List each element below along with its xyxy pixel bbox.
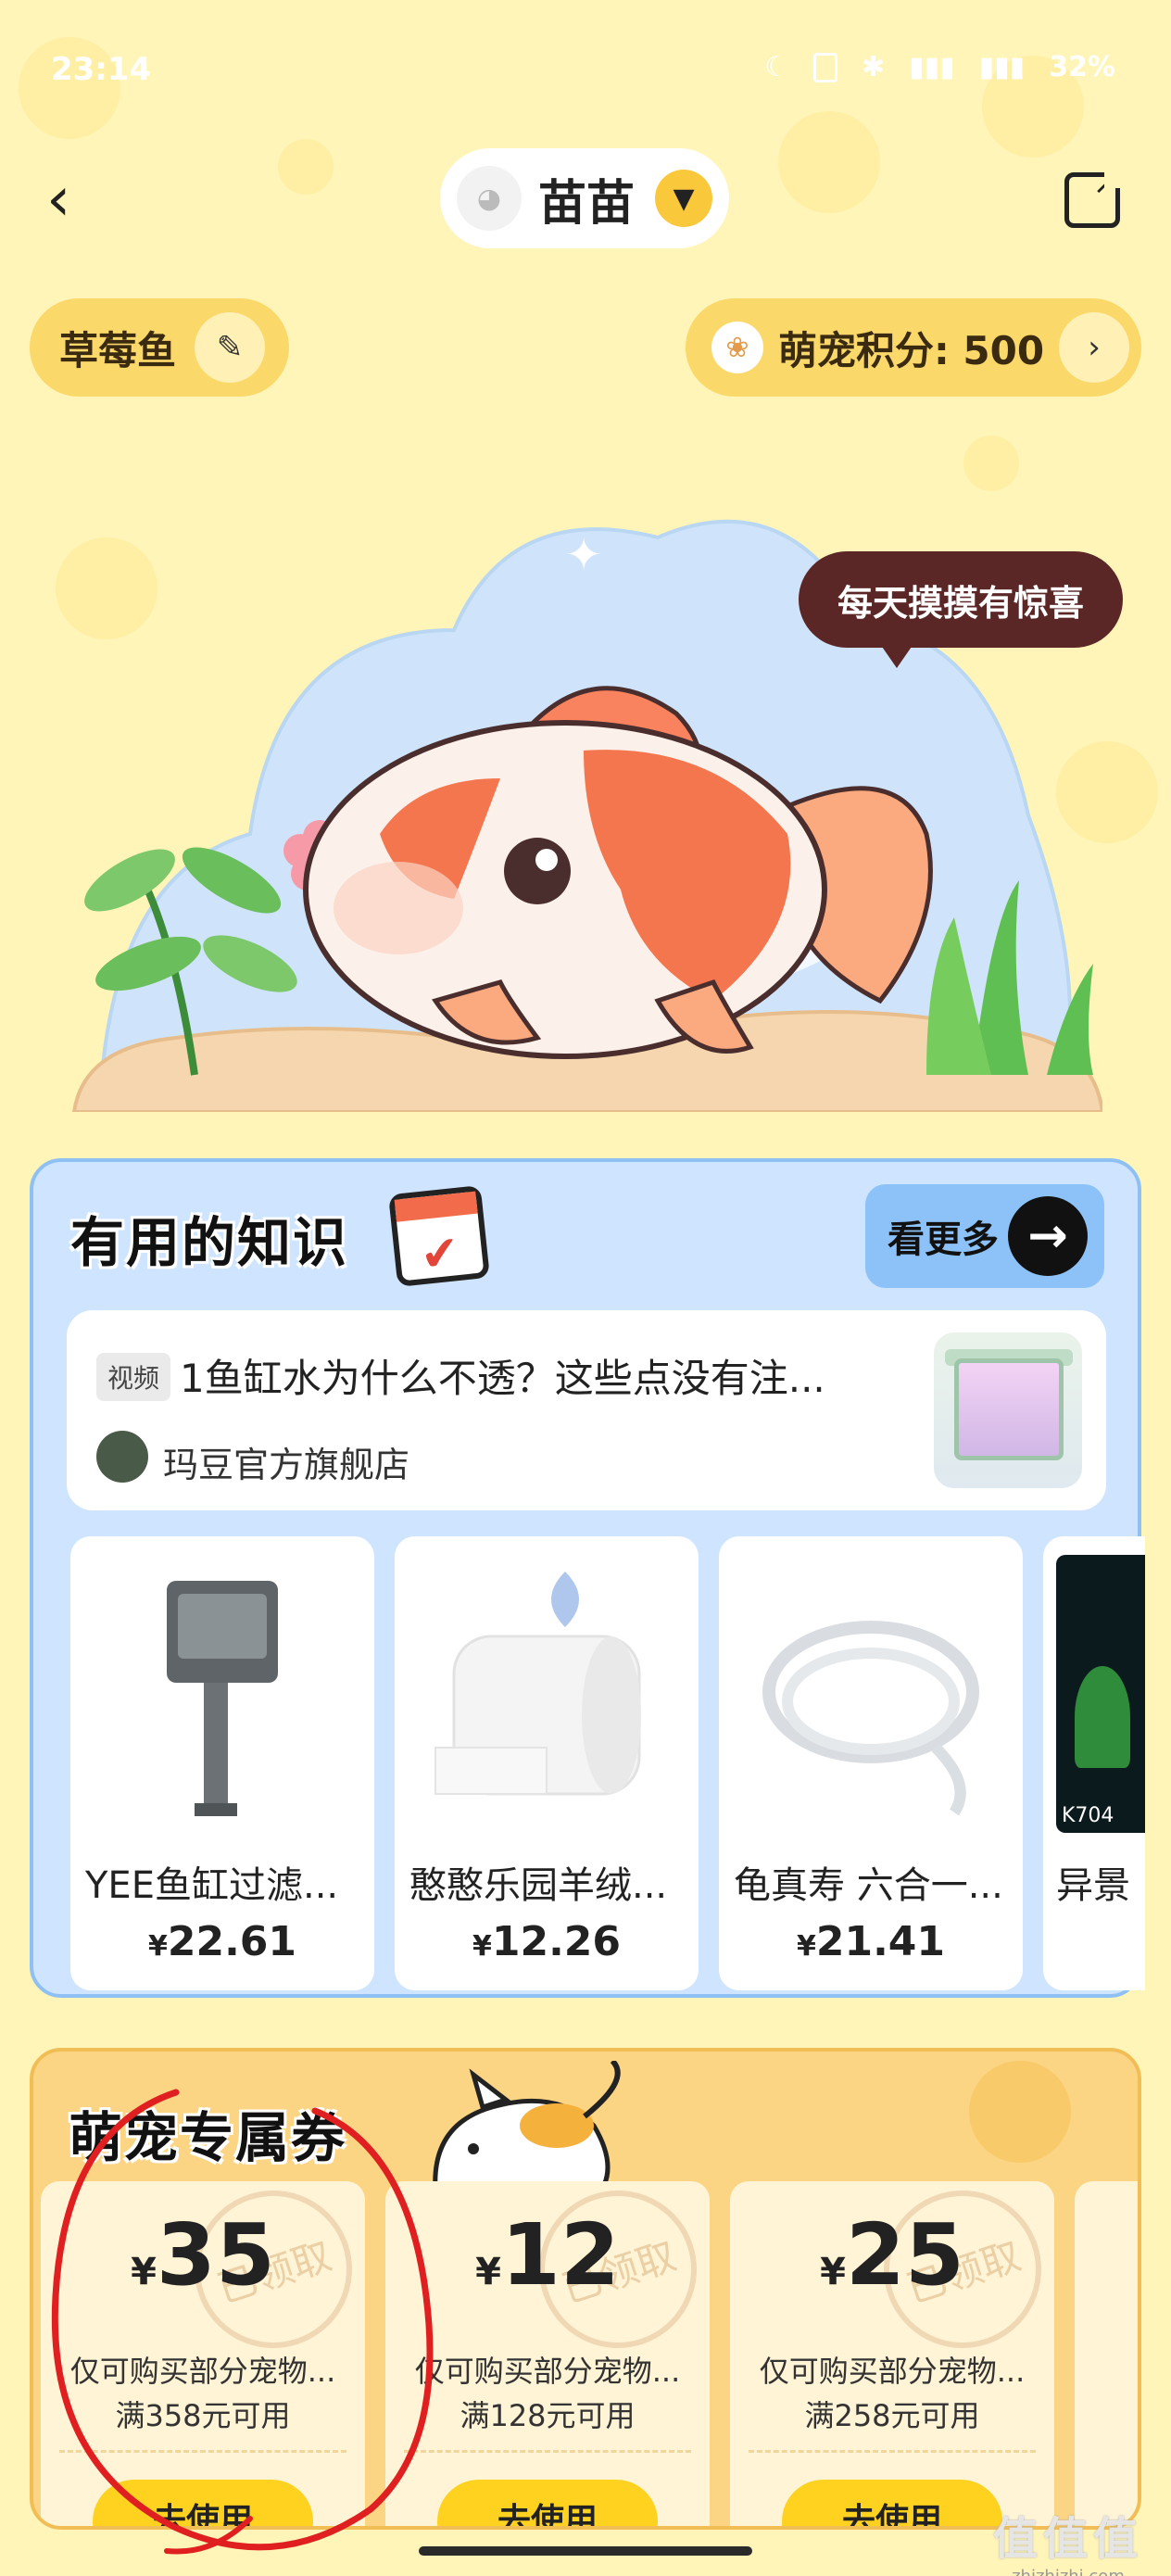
points-pill[interactable]: ❀ 萌宠积分: 500 › xyxy=(686,298,1141,397)
paw-decoration xyxy=(969,2061,1071,2163)
product-card[interactable]: 龟真寿 六合一... ¥21.41 xyxy=(719,1536,1023,1990)
chevron-down-icon: ▼ xyxy=(655,170,713,227)
pet-type-pill[interactable]: 草莓鱼 ✎ xyxy=(30,298,289,397)
coupon-condition: 满358元可用 xyxy=(115,2398,291,2433)
moon-icon: ☾ xyxy=(764,51,789,83)
coupon-condition: 满258元可用 xyxy=(804,2398,980,2433)
shop-avatar xyxy=(96,1431,148,1483)
coupon-description: 仅可购买部分宠物... xyxy=(414,2354,681,2389)
paw-icon: ❀ xyxy=(711,322,763,373)
coupon-amount: ¥25 xyxy=(820,2205,964,2305)
article-title: 1鱼缸水为什么不透？这些点没有注... xyxy=(180,1356,825,1401)
status-icons: ☾ ✱ ▮▮▮ ▮▮▮ 32% xyxy=(764,51,1115,83)
coupon-description: 仅可购买部分宠物... xyxy=(759,2354,1026,2389)
edit-icon[interactable]: ✎ xyxy=(195,312,266,383)
knowledge-card: 有用的知识 ✔ 看更多 → 视频 1鱼缸水为什么不透？这些点没有注... 玛豆官… xyxy=(30,1158,1145,1998)
pet-selector[interactable]: ◕ 苗苗 ▼ xyxy=(440,148,729,248)
article-thumbnail xyxy=(934,1332,1082,1488)
product-price: ¥22.61 xyxy=(147,1918,297,1965)
home-indicator[interactable] xyxy=(419,2546,752,2556)
points-label: 萌宠积分: 500 xyxy=(778,327,1045,373)
status-time: 23:14 xyxy=(51,51,152,88)
coupon-description: 仅可购买部分宠物... xyxy=(69,2354,336,2389)
coupon-amount: ¥35 xyxy=(131,2205,275,2305)
coupon-amount: ¥12 xyxy=(475,2205,620,2305)
product-name: 异景 xyxy=(1056,1864,1130,1907)
arrow-right-icon: → xyxy=(1008,1196,1088,1276)
shop-name: 玛豆官方旗舰店 xyxy=(163,1445,410,1485)
use-coupon-button[interactable]: 去使用 xyxy=(782,2480,1002,2526)
status-bar: 23:14 ☾ ✱ ▮▮▮ ▮▮▮ 32% xyxy=(0,0,1171,139)
coupon-divider xyxy=(404,2450,691,2453)
section-title: 萌宠专属券 xyxy=(69,2106,347,2169)
watermark-url: zhizhizhi.com xyxy=(993,2567,1143,2576)
speech-bubble[interactable]: 每天摸摸有惊喜 xyxy=(799,551,1123,668)
watermark-logo: 值值值 xyxy=(992,2513,1143,2565)
product-image-filter-cotton xyxy=(434,1572,641,1796)
signal-icon: ▮▮▮ xyxy=(978,51,1026,83)
product-image-tube xyxy=(762,1621,979,1816)
see-more-label: 看更多 xyxy=(888,1219,999,1261)
see-more-button[interactable]: 看更多 → xyxy=(865,1184,1104,1288)
product-badge: K704 xyxy=(1062,1804,1114,1827)
share-icon[interactable]: ↗ xyxy=(1064,168,1123,228)
coupon-divider xyxy=(749,2450,1036,2453)
fish-tank-image xyxy=(954,1358,1064,1460)
bluetooth-icon: ✱ xyxy=(861,51,886,83)
coupon-card[interactable]: 已领取 ¥12 仅可购买部分宠物... 满128元可用 去使用 xyxy=(385,2169,718,2526)
back-icon[interactable]: ‹ xyxy=(46,167,102,232)
chevron-right-icon: › xyxy=(1059,312,1130,383)
use-coupon-button[interactable]: 去使用 xyxy=(93,2480,313,2526)
product-image-filter xyxy=(167,1581,278,1816)
product-card[interactable]: 憨憨乐园羊绒... ¥12.26 xyxy=(395,1536,699,1990)
video-tag: 视频 xyxy=(96,1353,171,1401)
product-name: 憨憨乐园羊绒... xyxy=(409,1864,668,1907)
product-price: ¥12.26 xyxy=(472,1918,622,1965)
coupon-card[interactable]: 已领取 ¥25 仅可购买部分宠物... 满258元可用 去使用 xyxy=(730,2169,1063,2526)
coupon-card[interactable]: 已领取 ¥35 仅可购买部分宠物... 满358元可用 去使用 xyxy=(41,2169,373,2526)
product-name: 龟真寿 六合一... xyxy=(734,1864,1003,1907)
pet-avatar: ◕ xyxy=(457,166,522,231)
product-card[interactable]: K704 异景 xyxy=(1043,1536,1145,1990)
battery-label: 32% xyxy=(1049,51,1115,83)
watermark: 值值值 zhizhizhi.com xyxy=(993,2502,1143,2576)
pet-type-label: 草莓鱼 xyxy=(59,327,177,373)
svg-text:✦: ✦ xyxy=(565,529,602,581)
product-carousel[interactable]: YEE鱼缸过滤... ¥22.61 憨憨乐园羊绒... ¥12.26 龟真寿 六… xyxy=(70,1536,1145,1990)
vibrate-icon xyxy=(812,52,837,82)
article-item[interactable]: 视频 1鱼缸水为什么不透？这些点没有注... 玛豆官方旗舰店 xyxy=(67,1310,1106,1510)
section-title: 有用的知识 xyxy=(70,1211,349,1274)
coupon-section: 萌宠专属券 已领取 ¥35 仅可购买部分宠物... 满358元可用 去使用 已领… xyxy=(30,2048,1141,2530)
product-price: ¥21.41 xyxy=(796,1918,946,1965)
product-image-aquascape: K704 xyxy=(1056,1555,1145,1833)
paw-decoration xyxy=(278,139,334,195)
coupon-divider xyxy=(59,2450,346,2453)
pet-name: 苗苗 xyxy=(538,175,636,232)
signal-icon: ▮▮▮ xyxy=(909,51,955,83)
coupon-card-partial[interactable] xyxy=(1075,2181,1138,2526)
calendar-icon: ✔ xyxy=(388,1185,490,1287)
product-name: YEE鱼缸过滤... xyxy=(85,1864,339,1907)
use-coupon-button[interactable]: 去使用 xyxy=(437,2480,658,2526)
coupon-condition: 满128元可用 xyxy=(460,2398,636,2433)
plant-shape xyxy=(1075,1666,1130,1768)
product-card[interactable]: YEE鱼缸过滤... ¥22.61 xyxy=(70,1536,374,1990)
